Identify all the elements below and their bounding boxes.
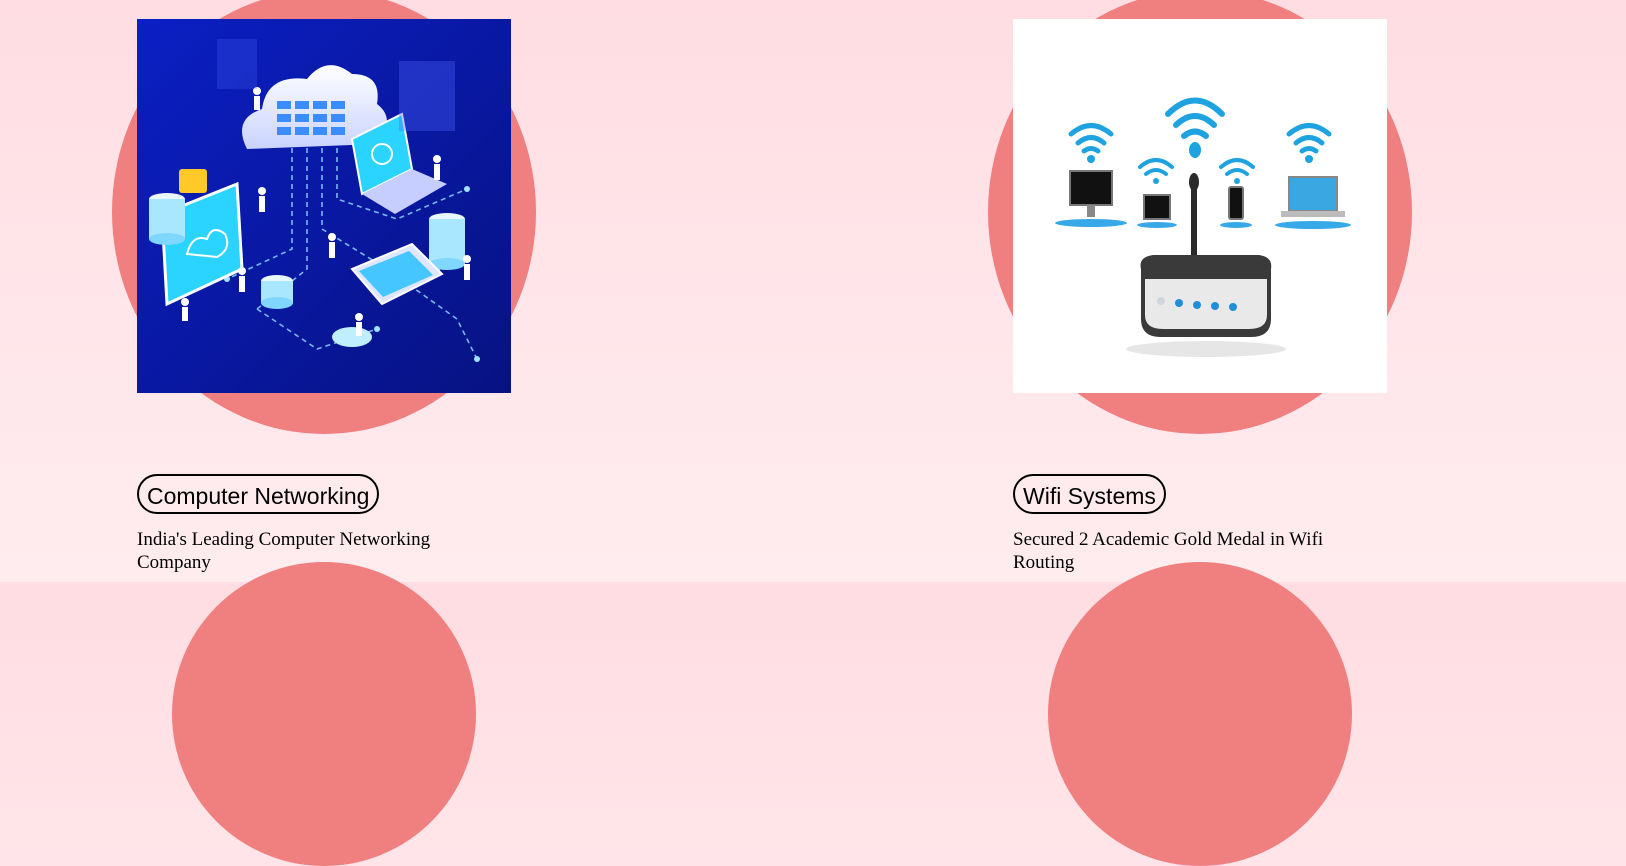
wifi-router-illustration-icon xyxy=(1013,19,1387,393)
service-description-wifi: Secured 2 Academic Gold Medal in Wifi Ro… xyxy=(1013,529,1324,573)
decorative-circle-next xyxy=(1048,562,1352,866)
network-isometric-illustration-icon xyxy=(137,19,511,393)
wifi-image xyxy=(1013,19,1387,393)
service-card-networking: Computer Networking India's Leading Comp… xyxy=(112,0,542,866)
networking-image xyxy=(137,19,511,393)
decorative-circle-next xyxy=(172,562,476,866)
service-description-networking: India's Leading Computer Networking Comp… xyxy=(137,529,431,573)
service-card-wifi: Wifi Systems Secured 2 Academic Gold Med… xyxy=(988,0,1418,866)
service-title-wifi[interactable]: Wifi Systems xyxy=(1013,474,1166,514)
service-title-networking[interactable]: Computer Networking xyxy=(137,474,380,514)
